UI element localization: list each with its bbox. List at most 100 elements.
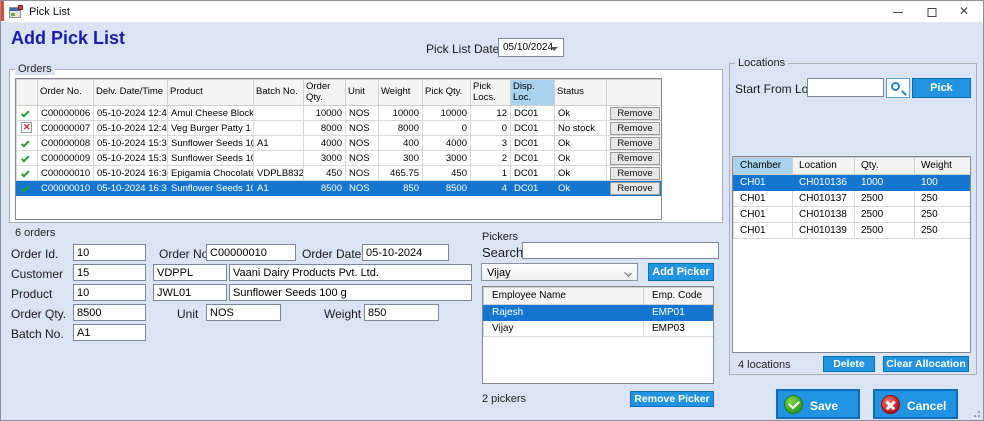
weight-cell: 850 [379, 181, 423, 196]
location-row[interactable]: CH01 CH010139 2500 250 [734, 223, 971, 239]
cancel-button[interactable]: Cancel [873, 389, 958, 419]
disp-loc-header[interactable]: Disp. Loc. [511, 80, 555, 106]
order-id-field[interactable]: 10 [73, 244, 146, 261]
remove-cell: Remove [607, 136, 662, 151]
weight-cell: 300 [379, 151, 423, 166]
unit-cell: NOS [346, 181, 379, 196]
orders-count: 6 orders [15, 227, 55, 239]
picker-dropdown[interactable]: Vijay [481, 263, 638, 281]
weight-header[interactable]: Weight [379, 80, 423, 106]
order-row-selected[interactable]: C00000010 05-10-2024 16:34 Sunflower See… [17, 181, 662, 196]
maximize-icon [928, 8, 937, 17]
emp-code-header[interactable]: Emp. Code [644, 288, 714, 305]
orders-grid: Order No. Delv. Date/Time Product Batch … [15, 78, 662, 220]
remove-order-button[interactable]: Remove [610, 107, 660, 120]
weight-cell: 8000 [379, 121, 423, 136]
weight-field[interactable]: 850 [364, 304, 439, 321]
chevron-down-icon [550, 47, 558, 51]
qty-header[interactable]: Qty. [855, 158, 915, 175]
add-picker-button[interactable]: Add Picker [648, 263, 714, 281]
minimize-icon [893, 12, 903, 13]
save-button[interactable]: Save [776, 389, 860, 419]
picker-row[interactable]: Vijay EMP03 [484, 321, 714, 337]
location-row-selected[interactable]: CH01 CH010136 1000 100 [734, 175, 971, 191]
qty-cell: 2500 [855, 191, 915, 207]
batch-no-header[interactable]: Batch No. [254, 80, 304, 106]
remove-order-button[interactable]: Remove [610, 152, 660, 165]
product-cell: Amul Cheese Block 1... [168, 106, 254, 121]
clear-allocation-button[interactable]: Clear Allocation [883, 356, 969, 372]
remove-order-button[interactable]: Remove [610, 182, 660, 195]
product-id-field[interactable]: 10 [73, 284, 146, 301]
order-row[interactable]: C00000007 05-10-2024 12:47 Veg Burger Pa… [17, 121, 662, 136]
location-search-button[interactable] [886, 78, 910, 98]
product-name-field[interactable]: Sunflower Seeds 100 g [229, 284, 472, 301]
customer-name-field[interactable]: Vaani Dairy Products Pvt. Ltd. [229, 264, 472, 281]
batch-cell: A1 [254, 136, 304, 151]
order-row[interactable]: C00000006 05-10-2024 12:46 Amul Cheese B… [17, 106, 662, 121]
order-no-cell: C00000010 [38, 181, 94, 196]
resize-grip[interactable] [972, 409, 980, 417]
order-no-cell: C00000010 [38, 166, 94, 181]
customer-code-field[interactable]: VDPPL [153, 264, 227, 281]
location-row[interactable]: CH01 CH010137 2500 250 [734, 191, 971, 207]
order-qty-header[interactable]: Order Qty. [304, 80, 346, 106]
save-button-label: Save [810, 399, 838, 413]
location-row[interactable]: CH01 CH010138 2500 250 [734, 207, 971, 223]
location-header[interactable]: Location [793, 158, 855, 175]
delv-datetime-header[interactable]: Delv. Date/Time [94, 80, 168, 106]
start-from-loc-input[interactable] [807, 78, 884, 97]
customer-id-field[interactable]: 15 [73, 264, 146, 281]
product-cell: Sunflower Seeds 100 g [168, 181, 254, 196]
app-icon [9, 5, 24, 19]
unit-field[interactable]: NOS [206, 304, 281, 321]
pick-qty-cell: 3000 [423, 151, 471, 166]
order-qty-field[interactable]: 8500 [73, 304, 146, 321]
delete-location-button[interactable]: Delete [823, 356, 875, 372]
order-date-field[interactable]: 05-10-2024 [362, 244, 449, 261]
disp-loc-cell: DC01 [511, 136, 555, 151]
chamber-header[interactable]: Chamber [734, 158, 793, 175]
remove-picker-button[interactable]: Remove Picker [630, 391, 714, 407]
order-row[interactable]: C00000008 05-10-2024 15:32 Sunflower See… [17, 136, 662, 151]
order-row[interactable]: C00000009 05-10-2024 15:33 Sunflower See… [17, 151, 662, 166]
order-no-cell: C00000009 [38, 151, 94, 166]
order-no-field[interactable]: C00000010 [206, 244, 296, 261]
batch-no-field[interactable]: A1 [73, 324, 146, 341]
pick-locs-cell: 2 [471, 151, 511, 166]
picker-search-input[interactable] [522, 242, 719, 259]
qty-cell: 1000 [855, 175, 915, 191]
cancel-x-icon [881, 395, 900, 414]
order-no-header[interactable]: Order No. [38, 80, 94, 106]
order-qty-label: Order Qty. [11, 307, 66, 321]
pick-list-date-dropdown[interactable]: 05/10/2024 [498, 38, 564, 57]
pick-locs-header[interactable]: Pick Locs. [471, 80, 511, 106]
product-header[interactable]: Product [168, 80, 254, 106]
disp-loc-cell: DC01 [511, 151, 555, 166]
weight-cell: 250 [915, 207, 971, 223]
pick-qty-header[interactable]: Pick Qty. [423, 80, 471, 106]
unit-cell: NOS [346, 106, 379, 121]
employee-name-header[interactable]: Employee Name [484, 288, 644, 305]
weight-header[interactable]: Weight [915, 158, 971, 175]
picker-row-selected[interactable]: Rajesh EMP01 [484, 305, 714, 321]
remove-order-button[interactable]: Remove [610, 167, 660, 180]
disp-loc-cell: DC01 [511, 166, 555, 181]
status-header[interactable]: Status [555, 80, 607, 106]
product-label: Product [11, 287, 52, 301]
status-cell: Ok [555, 181, 607, 196]
pick-qty-cell: 4000 [423, 136, 471, 151]
unit-cell: NOS [346, 121, 379, 136]
order-row[interactable]: C00000010 05-10-2024 16:34 Epigamia Choc… [17, 166, 662, 181]
remove-cell: Remove [607, 166, 662, 181]
remove-order-button[interactable]: Remove [610, 122, 660, 135]
unit-header[interactable]: Unit [346, 80, 379, 106]
remove-cell: Remove [607, 151, 662, 166]
product-code-field[interactable]: JWL01 [153, 284, 227, 301]
pick-button[interactable]: Pick [912, 78, 971, 98]
close-button[interactable] [943, 1, 984, 23]
start-from-loc-label: Start From Loc. [735, 82, 818, 96]
remove-column-header [607, 80, 662, 106]
remove-order-button[interactable]: Remove [610, 137, 660, 150]
pick-locs-cell: 1 [471, 166, 511, 181]
